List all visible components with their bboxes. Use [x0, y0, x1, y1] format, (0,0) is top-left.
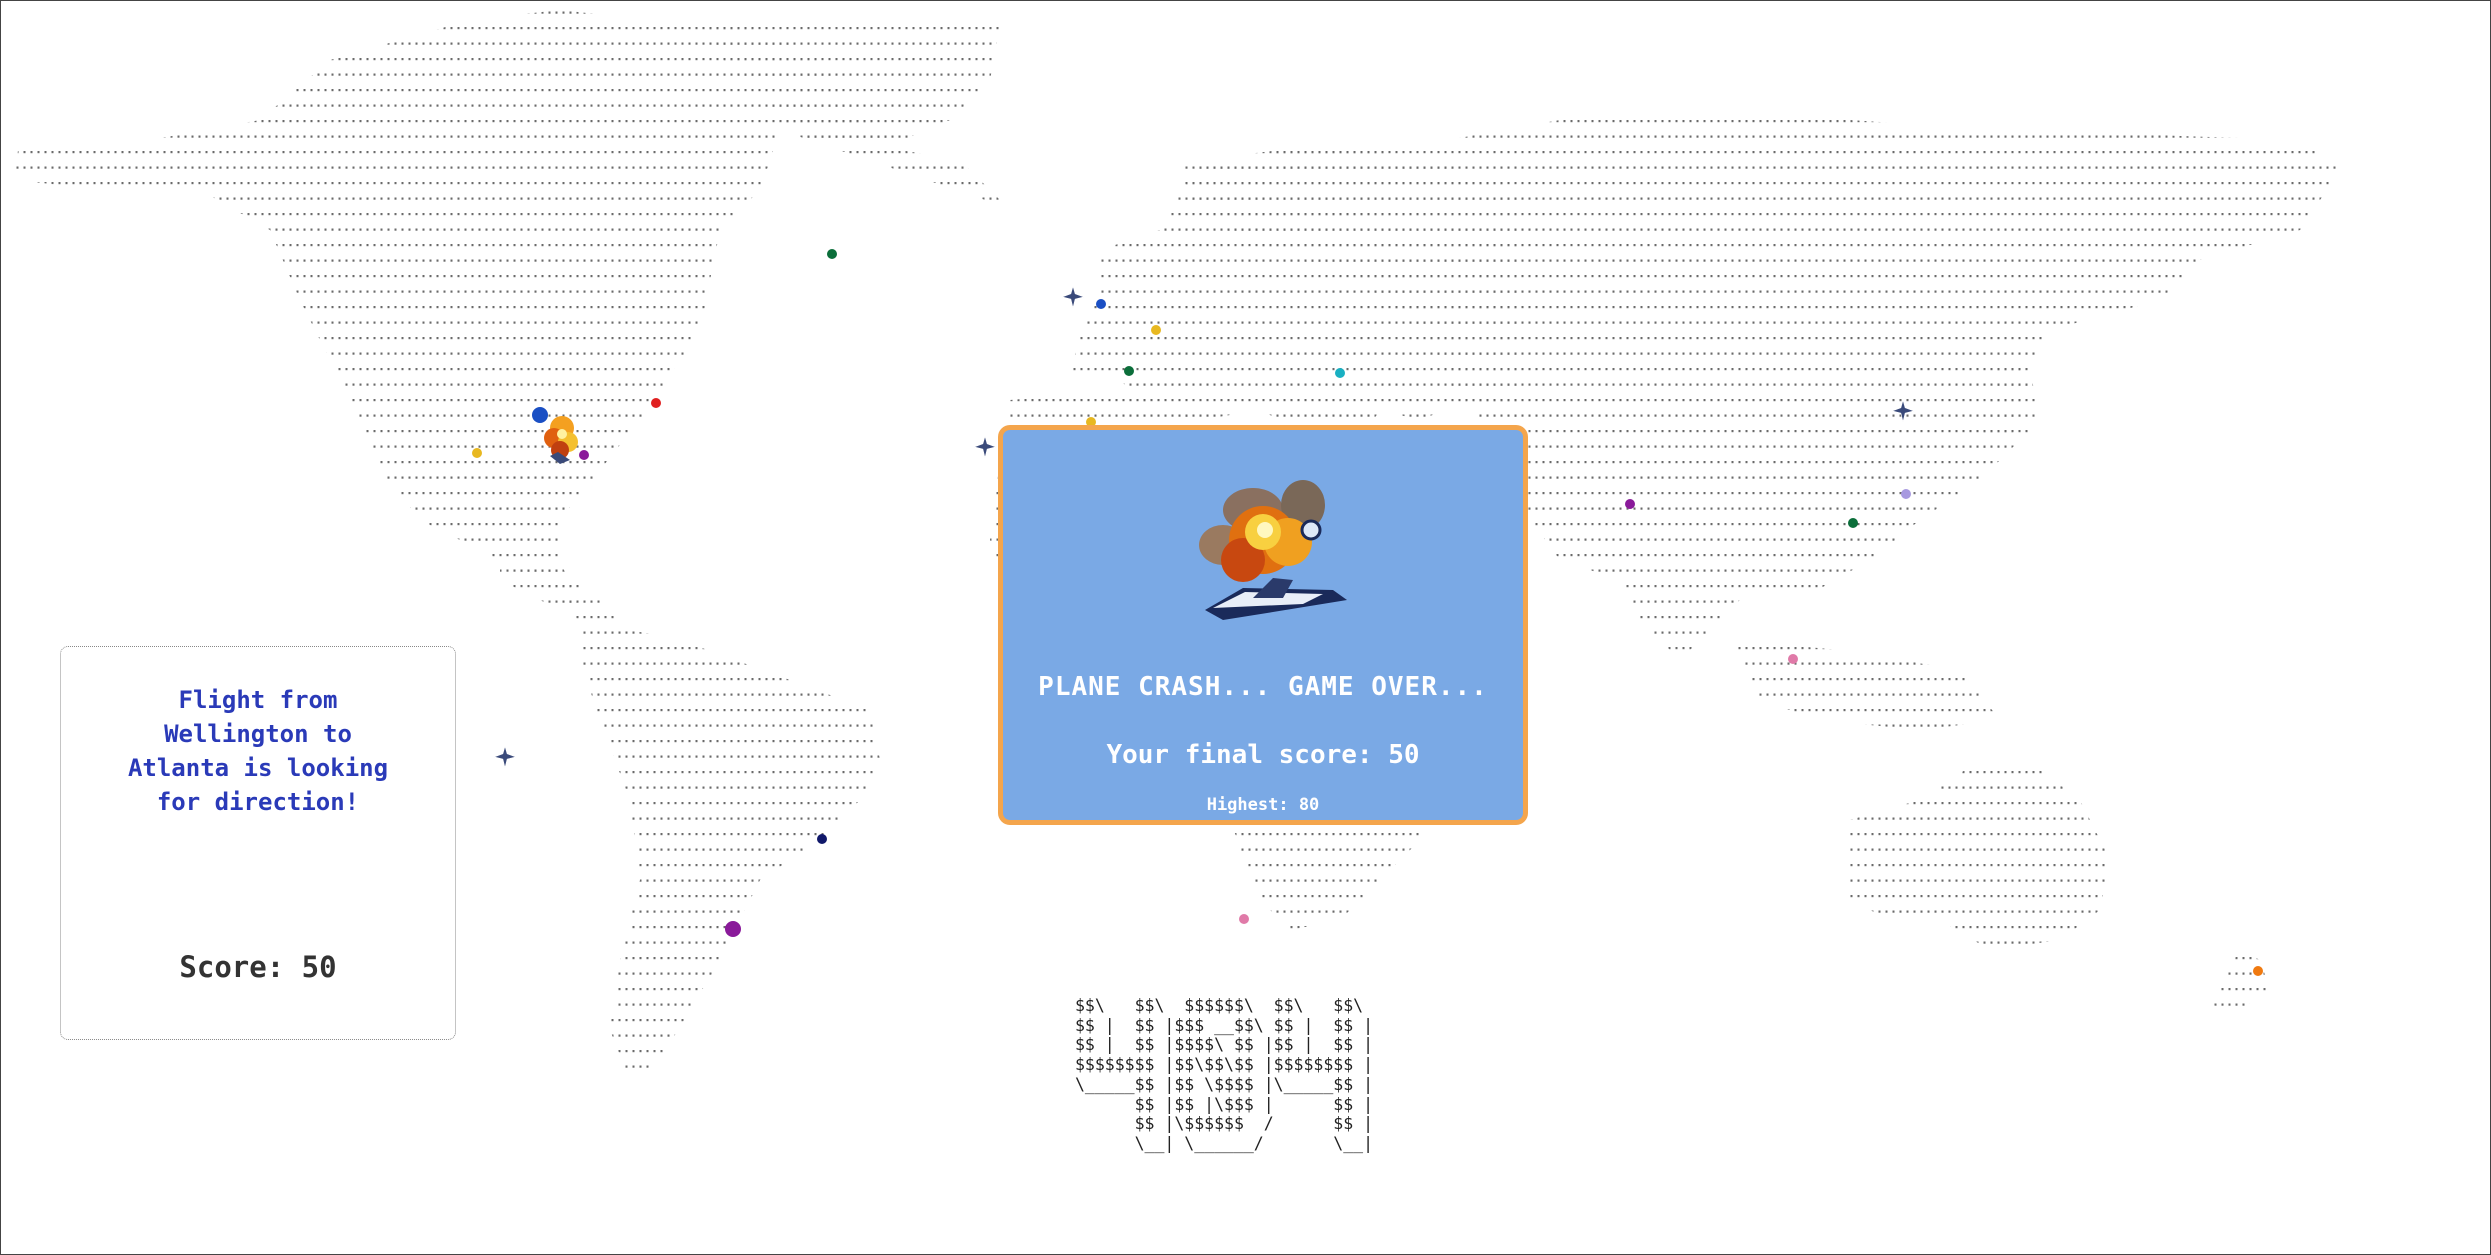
airport-marker[interactable]: [1335, 368, 1345, 378]
explosion-icon: [1199, 480, 1347, 620]
explosion-icon: [540, 412, 586, 472]
airport-marker[interactable]: [1848, 518, 1858, 528]
final-score: Your final score: 50: [1106, 740, 1420, 770]
airport-marker[interactable]: [817, 834, 827, 844]
plane-icon[interactable]: [1060, 284, 1086, 314]
airport-marker[interactable]: [1901, 489, 1911, 499]
central-america: [500, 560, 620, 630]
airport-marker[interactable]: [1151, 325, 1161, 335]
airport-marker[interactable]: [1625, 499, 1635, 509]
score-display: Score: 50: [179, 950, 337, 984]
south-america: [580, 620, 880, 1080]
airport-marker[interactable]: [725, 921, 741, 937]
airport-marker[interactable]: [1788, 654, 1798, 664]
flight-message: Flight from Wellington to Atlanta is loo…: [127, 686, 389, 816]
highest-score: Highest: 80: [1206, 795, 1320, 815]
game-over-modal: PLANE CRASH... GAME OVER... Your final s…: [998, 425, 1528, 825]
plane-icon[interactable]: [492, 744, 518, 774]
airport-marker[interactable]: [2253, 966, 2263, 976]
airport-marker[interactable]: [1239, 914, 1249, 924]
plane-icon[interactable]: [1890, 398, 1916, 428]
airport-marker[interactable]: [1096, 299, 1106, 309]
airport-marker[interactable]: [651, 398, 661, 408]
airport-marker[interactable]: [472, 448, 482, 458]
status-panel: Flight from Wellington to Atlanta is loo…: [60, 646, 456, 1040]
southeast-asia: [1730, 640, 2000, 730]
australia: [1850, 760, 2110, 950]
game-over-title: PLANE CRASH... GAME OVER...: [1038, 672, 1488, 702]
new-zealand: [2210, 950, 2270, 1010]
airport-marker[interactable]: [1124, 366, 1134, 376]
ascii-banner: $$\ $$\ $$$$$$\ $$\ $$\ $$ | $$ |$$$ __$…: [1075, 996, 1374, 1153]
airport-marker[interactable]: [827, 249, 837, 259]
plane-icon[interactable]: [972, 434, 998, 464]
